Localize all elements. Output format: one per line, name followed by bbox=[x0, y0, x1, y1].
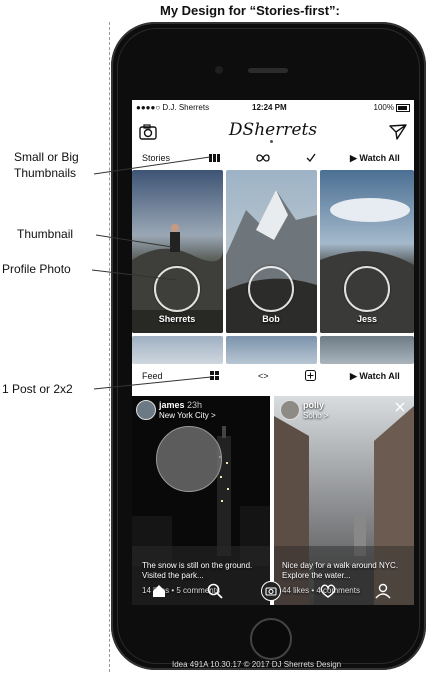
annotation-post-layout: 1 Post or 2x2 bbox=[2, 382, 73, 396]
annotation-profile-photo: Profile Photo bbox=[2, 262, 71, 276]
footer-caption: Idea 491A 10.30.17 © 2017 DJ Sherrets De… bbox=[172, 660, 342, 669]
annotation-thumbnail: Thumbnail bbox=[17, 227, 74, 241]
callout-lines bbox=[91, 156, 212, 390]
annotation-thumbnail-size: Small or Big Thumbnails bbox=[14, 150, 79, 180]
